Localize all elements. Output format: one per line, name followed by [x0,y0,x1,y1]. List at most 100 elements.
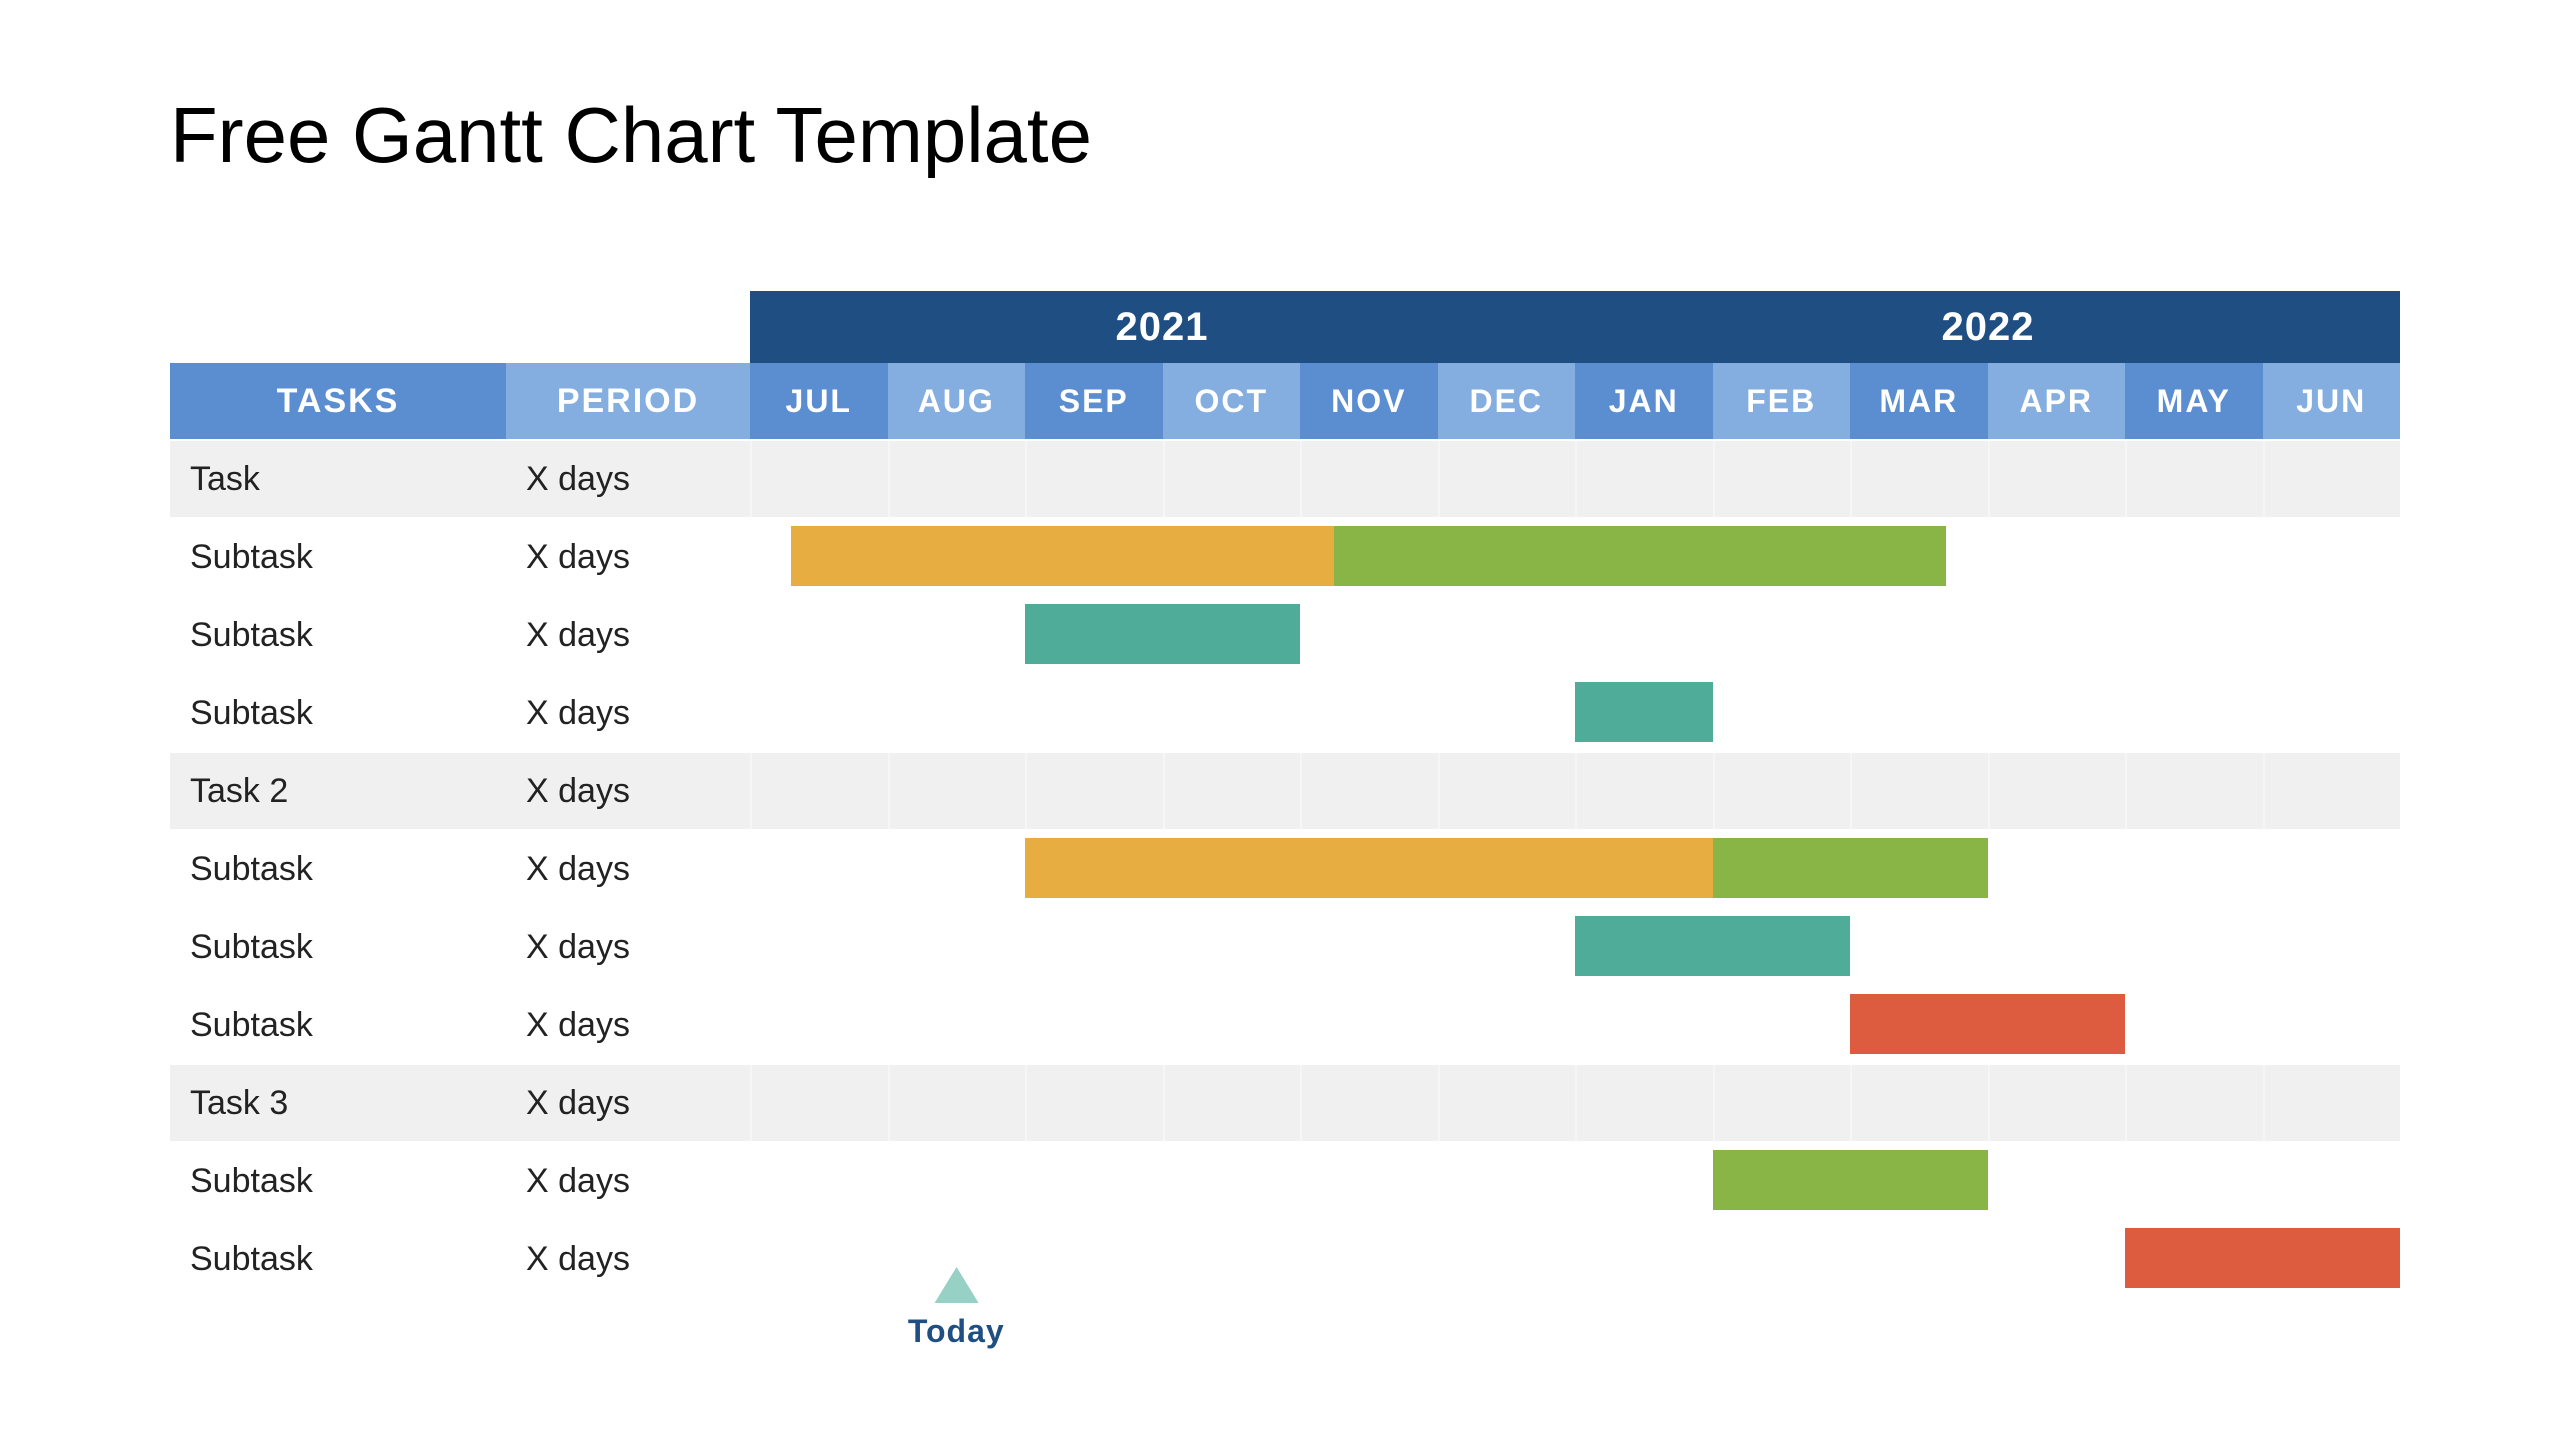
gantt-cell [1850,675,1988,751]
gantt-cell [2125,441,2263,517]
gantt-cell [1575,753,1713,829]
gantt-cell [1300,753,1438,829]
gantt-bar [1713,1150,1988,1210]
gantt-bar [1025,838,1713,898]
header-month-mar: MAR [1850,363,1988,439]
gantt-cell [1988,441,2126,517]
page-title: Free Gantt Chart Template [170,90,2389,181]
today-marker: Today [908,1267,1005,1350]
year-header-row: 2021 2022 [170,291,2400,363]
gantt-cell [1988,1143,2126,1219]
gantt-cell [1850,1221,1988,1297]
header-month-jul: JUL [750,363,888,439]
task-period-cell: X days [506,675,750,751]
gantt-cell [750,675,888,751]
gantt-cell [750,597,888,673]
gantt-cell [2125,753,2263,829]
gantt-bar [1850,994,2125,1054]
gantt-cell [1300,987,1438,1063]
header-month-nov: NOV [1300,363,1438,439]
header-period: PERIOD [506,363,750,439]
gantt-cell [1988,597,2126,673]
gantt-cell [1850,753,1988,829]
year-header-spacer [170,291,750,363]
gantt-row: TaskX days [170,439,2400,517]
gantt-cell [2263,909,2401,985]
gantt-cell [1025,987,1163,1063]
gantt-cell [1850,441,1988,517]
gantt-bar [791,526,1334,586]
gantt-cell [2125,987,2263,1063]
task-name-cell: Subtask [170,597,506,673]
gantt-cell [750,441,888,517]
gantt-row: Task 3X days [170,1063,2400,1141]
task-period-cell: X days [506,909,750,985]
gantt-bar [1334,526,1946,586]
year-header-2022: 2022 [1576,291,2400,363]
gantt-cell [1988,753,2126,829]
gantt-cell [2125,1065,2263,1141]
gantt-cell [1438,987,1576,1063]
gantt-cell [2263,987,2401,1063]
task-period-cell: X days [506,1221,750,1297]
gantt-cell [1300,1143,1438,1219]
year-header-2021: 2021 [750,291,1576,363]
gantt-cell [1025,909,1163,985]
task-name-cell: Subtask [170,675,506,751]
gantt-cell [1438,1221,1576,1297]
gantt-cell [1163,1143,1301,1219]
gantt-cell [750,987,888,1063]
gantt-chart: 2021 2022 TASKS PERIOD JULAUGSEPOCTNOVDE… [170,291,2400,1297]
task-name-cell: Task 3 [170,1065,506,1141]
task-period-cell: X days [506,987,750,1063]
gantt-cell [1575,441,1713,517]
gantt-cell [1025,441,1163,517]
gantt-cell [1713,987,1851,1063]
task-name-cell: Subtask [170,1221,506,1297]
gantt-cell [1163,753,1301,829]
gantt-cell [888,597,1026,673]
gantt-cell [1300,909,1438,985]
header-month-jan: JAN [1575,363,1713,439]
gantt-bar [2125,1228,2400,1288]
header-month-apr: APR [1988,363,2126,439]
gantt-cell [888,1065,1026,1141]
task-name-cell: Task [170,441,506,517]
gantt-cell [1988,1221,2126,1297]
gantt-cell [1438,753,1576,829]
gantt-bar [1575,682,1713,742]
gantt-cell [1713,675,1851,751]
gantt-cell [1988,519,2126,595]
gantt-cell [1025,1065,1163,1141]
gantt-cell [1988,909,2126,985]
gantt-cell [2263,831,2401,907]
gantt-cell [1850,909,1988,985]
gantt-cell [1850,1065,1988,1141]
header-month-jun: JUN [2263,363,2401,439]
gantt-cell [750,1065,888,1141]
gantt-row: Task 2X days [170,751,2400,829]
gantt-cell [1163,1065,1301,1141]
gantt-row: SubtaskX days [170,1219,2400,1297]
gantt-cell [888,441,1026,517]
gantt-cell [1025,753,1163,829]
header-month-may: MAY [2125,363,2263,439]
gantt-bar [1575,916,1850,976]
task-period-cell: X days [506,831,750,907]
gantt-cell [750,1221,888,1297]
gantt-cell [2263,753,2401,829]
gantt-cell [1713,1065,1851,1141]
gantt-cell [1438,597,1576,673]
task-name-cell: Subtask [170,519,506,595]
gantt-cell [750,753,888,829]
header-month-dec: DEC [1438,363,1576,439]
header-tasks: TASKS [170,363,506,439]
gantt-cell [1300,1065,1438,1141]
slide: Free Gantt Chart Template 2021 2022 TASK… [0,0,2559,1440]
gantt-cell [2263,1065,2401,1141]
gantt-cell [2263,441,2401,517]
today-label: Today [908,1313,1005,1350]
task-name-cell: Subtask [170,831,506,907]
gantt-cell [1988,1065,2126,1141]
gantt-cell [1025,675,1163,751]
